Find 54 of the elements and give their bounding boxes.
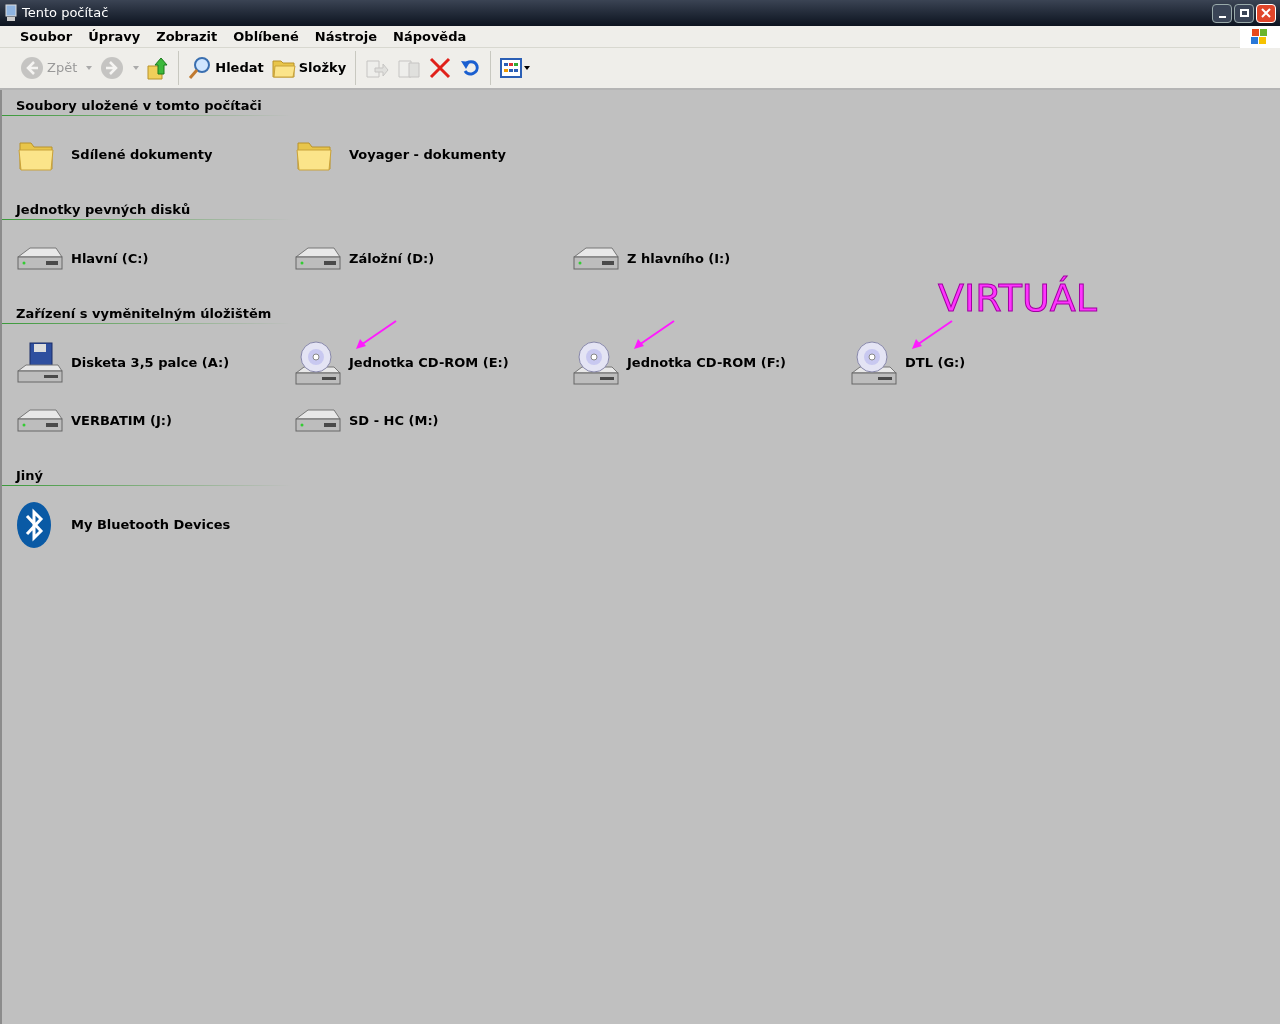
menu-item[interactable]: Zobrazit bbox=[148, 26, 226, 47]
annotation-text: VIRTUÁL bbox=[938, 278, 1098, 318]
drive-icon bbox=[294, 407, 342, 435]
bluetooth-icon bbox=[16, 501, 52, 549]
restore-button[interactable] bbox=[1234, 3, 1254, 23]
cd-drive-icon bbox=[294, 339, 342, 387]
window-title: Tento počítač bbox=[22, 4, 109, 23]
minimize-icon bbox=[1218, 15, 1226, 18]
menu-item[interactable]: Nápověda bbox=[385, 26, 475, 47]
menu-item[interactable]: Soubor bbox=[12, 26, 81, 47]
item-label[interactable]: Jednotka CD-ROM (F:) bbox=[627, 353, 787, 373]
group-heading: Soubory uložené v tomto počítači bbox=[16, 97, 262, 115]
group-heading: Jednotky pevných disků bbox=[16, 201, 191, 219]
menu-item[interactable]: Nástroje bbox=[306, 26, 385, 47]
search-icon bbox=[188, 56, 213, 80]
folders-icon bbox=[271, 57, 296, 79]
delete-icon bbox=[429, 57, 452, 79]
drive-icon bbox=[16, 407, 64, 435]
drive-icon bbox=[16, 245, 64, 273]
item-label[interactable]: Záložní (D:) bbox=[349, 249, 435, 269]
folder-up-icon bbox=[147, 56, 170, 80]
cd-drive-icon bbox=[572, 339, 620, 387]
item-label[interactable]: Jednotka CD-ROM (E:) bbox=[349, 353, 509, 373]
windows-logo-icon bbox=[1240, 25, 1280, 48]
group-heading: Jiný bbox=[16, 467, 44, 485]
item-label[interactable]: DTL (G:) bbox=[905, 353, 966, 373]
close-icon bbox=[1261, 8, 1271, 18]
copy-to-icon bbox=[397, 57, 422, 79]
folders-button[interactable]: Složky bbox=[269, 52, 349, 84]
drive-icon bbox=[572, 245, 620, 273]
item-label[interactable]: Hlavní (C:) bbox=[71, 249, 149, 269]
views-icon bbox=[500, 58, 531, 78]
restore-icon bbox=[1239, 9, 1249, 17]
undo-icon bbox=[459, 57, 482, 79]
drive-icon bbox=[294, 245, 342, 273]
search-button[interactable]: Hledat bbox=[186, 52, 266, 84]
minimize-button[interactable] bbox=[1212, 3, 1232, 23]
cd-drive-icon bbox=[850, 339, 898, 387]
item-label[interactable]: SD - HC (M:) bbox=[349, 411, 439, 431]
move-to-icon bbox=[365, 57, 390, 79]
item-label[interactable]: VERBATIM (J:) bbox=[71, 411, 172, 431]
computer-icon bbox=[4, 4, 18, 22]
close-button[interactable] bbox=[1256, 3, 1276, 23]
dropdown-caret-icon bbox=[133, 66, 140, 70]
item-label[interactable]: My Bluetooth Devices bbox=[71, 515, 231, 535]
group-heading: Zařízení s vyměnitelným úložištěm bbox=[16, 305, 272, 323]
floppy-drive-icon bbox=[16, 341, 64, 385]
item-label[interactable]: Disketa 3,5 palce (A:) bbox=[71, 353, 230, 373]
menu-item[interactable]: Oblíbené bbox=[225, 26, 307, 47]
menu-item[interactable]: Úpravy bbox=[80, 26, 149, 47]
dropdown-caret-icon bbox=[86, 66, 93, 70]
item-label[interactable]: Sdílené dokumenty bbox=[71, 145, 213, 165]
item-label[interactable]: Voyager - dokumenty bbox=[349, 145, 506, 165]
item-label[interactable]: Z hlavního (I:) bbox=[627, 249, 731, 269]
